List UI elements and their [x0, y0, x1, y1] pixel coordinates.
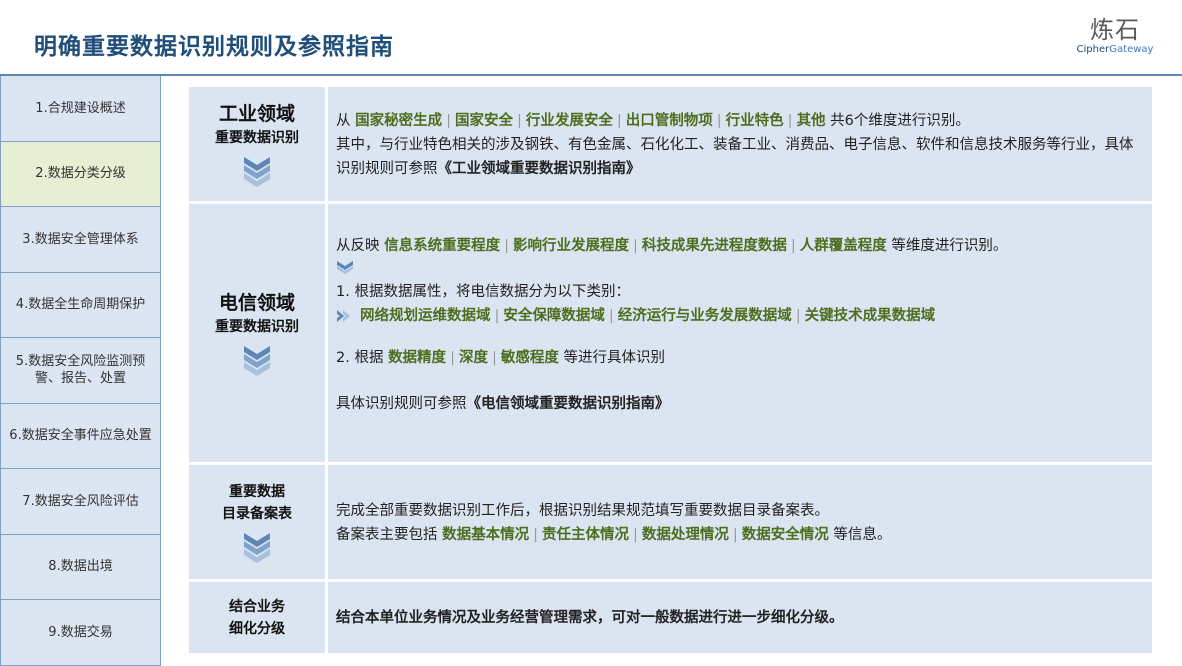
- industry-label: 工业领域 重要数据识别: [189, 87, 328, 201]
- catalog-item: 责任主体情况: [542, 527, 629, 543]
- catalog-line1: 完成全部重要数据识别工作后，根据识别结果规范填写重要数据目录备案表。: [336, 503, 829, 519]
- industry-prefix: 从: [336, 113, 351, 129]
- sidebar-item-risk-assessment[interactable]: 7.数据安全风险评估: [0, 469, 161, 535]
- telecom-content: 从反映 信息系统重要程度 | 影响行业发展程度 | 科技成果先进程度数据 | 人群覆盖程度 …: [328, 204, 1152, 462]
- sidebar-item-security-management[interactable]: 3.数据安全管理体系: [0, 207, 161, 273]
- sidebar-item-incident-response[interactable]: 6.数据安全事件应急处置: [0, 403, 161, 469]
- telecom-label-sub: 重要数据识别: [215, 319, 299, 335]
- industry-dim: 行业特色: [725, 113, 784, 129]
- logo-cn-text: 炼石: [1090, 16, 1140, 44]
- industry-dims-line: 从 国家秘密生成 | 国家安全 | 行业发展安全 | 出口管制物项 | 行业特色 | 其他 共6个维…: [336, 113, 970, 129]
- sidebar-item-data-export[interactable]: 8.数据出境: [0, 534, 161, 600]
- telecom-step2-dim: 敏感程度: [500, 350, 559, 366]
- logo-en-part-a: Cipher: [1076, 44, 1110, 55]
- telecom-step2-dim: 数据精度: [388, 350, 447, 366]
- telecom-domain: 关键技术成果数据域: [804, 308, 936, 324]
- industry-dim: 其他: [796, 113, 826, 129]
- telecom-dims-line: 从反映 信息系统重要程度 | 影响行业发展程度 | 科技成果先进程度数据 | 人群覆盖程度 …: [336, 238, 1008, 254]
- telecom-domain: 经济运行与业务发展数据域: [617, 308, 792, 324]
- sidebar-nav: 1.合规建设概述 2.数据分类分级 3.数据安全管理体系 4.数据全生命周期保护…: [0, 76, 161, 666]
- industry-detail-line: 其中，与行业特色相关的涉及钢铁、有色金属、石化化工、装备工业、消费品、电子信息、…: [336, 133, 1144, 181]
- catalog-label-line2: 目录备案表: [222, 506, 292, 522]
- telecom-step2-dim: 深度: [458, 350, 488, 366]
- telecom-suffix: 等维度进行识别。: [891, 238, 1008, 254]
- content-panel: 工业领域 重要数据识别 从 国家秘密生成 | 国家安全 | 行业发展安全 | 出口管制物项 |…: [189, 87, 1152, 653]
- catalog-line2-prefix: 备案表主要包括: [336, 527, 438, 543]
- catalog-label-line1: 重要数据: [229, 484, 285, 500]
- telecom-label-main: 电信领域: [218, 292, 295, 314]
- logo-en-part-b: Gateway: [1109, 44, 1154, 55]
- chevron-down-icon: [244, 346, 270, 376]
- telecom-step1: 1. 根据数据属性，将电信数据分为以下类别：: [336, 284, 630, 300]
- chevron-down-small-icon: [337, 261, 353, 274]
- logo-en-text: CipherGateway: [1070, 44, 1160, 56]
- industry-label-sub: 重要数据识别: [215, 130, 299, 146]
- catalog-label: 重要数据 目录备案表: [189, 465, 328, 579]
- industry-dim: 国家秘密生成: [355, 113, 443, 129]
- industry-guide-ref: 《工业领域重要数据识别指南》: [437, 161, 641, 177]
- catalog-line2: 备案表主要包括 数据基本情况 | 责任主体情况 | 数据处理情况 | 数据安全情况 等信息。: [336, 527, 892, 543]
- chevron-down-icon: [244, 157, 270, 187]
- sidebar-item-compliance-overview[interactable]: 1.合规建设概述: [0, 76, 161, 142]
- catalog-item: 数据安全情况: [741, 527, 829, 543]
- header-divider: [0, 74, 1182, 76]
- sidebar-item-data-trading[interactable]: 9.数据交易: [0, 600, 161, 666]
- telecom-step2-suffix: 等进行具体识别: [563, 350, 665, 366]
- telecom-domains-line: 网络规划运维数据域 | 安全保障数据域 | 经济运行与业务发展数据域 | 关键技术成果数据域: [336, 304, 1144, 328]
- refine-content: 结合本单位业务情况及业务经营管理需求，可对一般数据进行进一步细化分级。: [328, 582, 1152, 653]
- page-title: 明确重要数据识别规则及参照指南: [34, 34, 394, 60]
- chevron-right-icon: [337, 310, 350, 322]
- sidebar-item-data-classification[interactable]: 2.数据分类分级: [0, 141, 161, 207]
- telecom-label: 电信领域 重要数据识别: [189, 204, 328, 462]
- catalog-item: 数据处理情况: [641, 527, 729, 543]
- refine-label-line2: 细化分级: [229, 620, 285, 637]
- chevron-down-icon: [244, 533, 270, 563]
- telecom-step2-prefix: 2. 根据: [336, 350, 384, 366]
- industry-dim: 出口管制物项: [625, 113, 713, 129]
- telecom-ref-prefix: 具体识别规则可参照: [336, 396, 467, 412]
- telecom-domain: 安全保障数据域: [503, 308, 605, 324]
- refine-row: 结合业务 细化分级 结合本单位业务情况及业务经营管理需求，可对一般数据进行进一步…: [189, 582, 1152, 653]
- telecom-guide-ref: 《电信领域重要数据识别指南》: [466, 396, 670, 412]
- catalog-row: 重要数据 目录备案表 完成全部重要数据识别工作后，根据识别结果规范填写重要数据目…: [189, 465, 1152, 579]
- industry-dim: 国家安全: [455, 113, 513, 129]
- telecom-domain: 网络规划运维数据域: [360, 308, 491, 324]
- catalog-content: 完成全部重要数据识别工作后，根据识别结果规范填写重要数据目录备案表。 备案表主要…: [328, 465, 1152, 579]
- industry-content: 从 国家秘密生成 | 国家安全 | 行业发展安全 | 出口管制物项 | 行业特色 | 其他 共6个维…: [328, 87, 1152, 201]
- refine-label-line1: 结合业务: [229, 598, 285, 615]
- telecom-dim: 人群覆盖程度: [799, 238, 887, 254]
- refine-label: 结合业务 细化分级: [189, 582, 328, 653]
- industry-dim: 行业发展安全: [525, 113, 613, 129]
- telecom-ref-line: 具体识别规则可参照《电信领域重要数据识别指南》: [336, 392, 1144, 416]
- refine-text: 结合本单位业务情况及业务经营管理需求，可对一般数据进行进一步细化分级。: [336, 609, 844, 626]
- catalog-item: 数据基本情况: [442, 527, 530, 543]
- industry-suffix: 共6个维度进行识别。: [830, 113, 970, 129]
- catalog-line2-suffix: 等信息。: [833, 527, 892, 543]
- sidebar-item-risk-monitoring[interactable]: 5.数据安全风险监测预警、报告、处置: [0, 338, 161, 404]
- telecom-prefix: 从反映: [336, 238, 380, 254]
- sidebar-item-lifecycle-protection[interactable]: 4.数据全生命周期保护: [0, 272, 161, 338]
- telecom-dim: 信息系统重要程度: [384, 238, 501, 254]
- telecom-row: 电信领域 重要数据识别 从反映 信息系统重要程度 | 影响行业发展程度 | 科技成果先进…: [189, 204, 1152, 462]
- telecom-step2: 2. 根据 数据精度 | 深度 | 敏感程度 等进行具体识别: [336, 350, 665, 366]
- industry-label-main: 工业领域: [218, 103, 295, 125]
- telecom-dim: 科技成果先进程度数据: [641, 238, 787, 254]
- brand-logo: 炼石 CipherGateway: [1070, 16, 1160, 56]
- telecom-dim: 影响行业发展程度: [513, 238, 629, 254]
- industry-row: 工业领域 重要数据识别 从 国家秘密生成 | 国家安全 | 行业发展安全 | 出口管制物项 |…: [189, 87, 1152, 201]
